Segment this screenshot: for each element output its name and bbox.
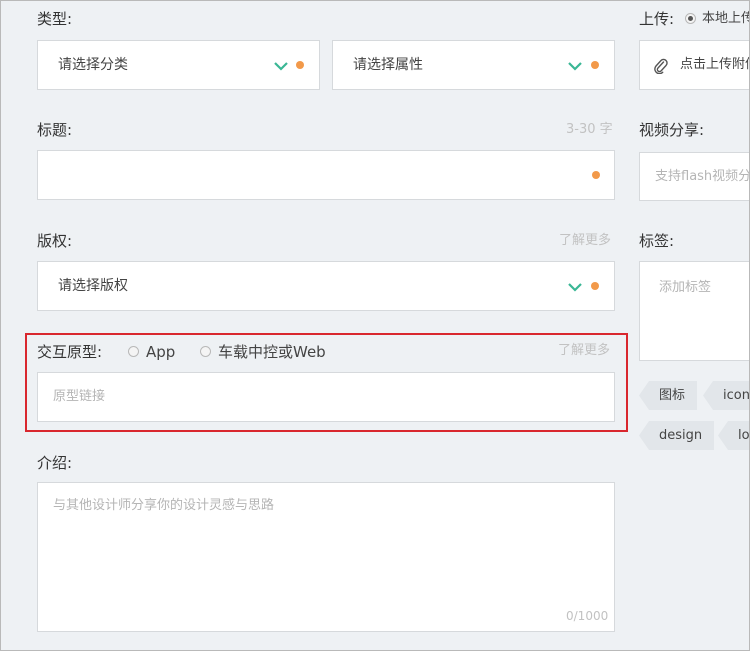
intro-char-counter: 0/1000 — [566, 609, 609, 623]
prototype-link-input[interactable]: 原型链接 — [37, 372, 615, 422]
title-length-hint: 3-30 字 — [566, 122, 613, 137]
required-dot — [591, 282, 599, 290]
prototype-link-placeholder: 原型链接 — [53, 389, 106, 404]
copyright-select[interactable]: 请选择版权 — [37, 261, 615, 311]
required-dot — [296, 61, 304, 69]
suggested-tag[interactable]: logo — [718, 421, 750, 450]
suggested-tag[interactable]: icon — [703, 381, 750, 410]
required-dot — [592, 171, 600, 179]
tags-input[interactable]: 添加标签 — [639, 261, 750, 361]
upload-radio-local[interactable] — [685, 13, 696, 24]
required-dot — [591, 61, 599, 69]
attribute-select-value: 请选择属性 — [353, 57, 423, 73]
chevron-down-icon — [568, 283, 582, 292]
copyright-learn-more-link[interactable]: 了解更多 — [559, 231, 611, 251]
title-label: 标题: — [37, 121, 73, 139]
suggested-tag[interactable]: 图标 — [639, 381, 698, 410]
intro-label: 介绍: — [37, 454, 73, 472]
copyright-label: 版权: — [37, 232, 73, 250]
prototype-label: 交互原型: — [37, 343, 103, 361]
tags-placeholder: 添加标签 — [659, 280, 712, 295]
upload-attachment-button[interactable]: 点击上传附件 — [639, 40, 750, 90]
suggested-tag[interactable]: design — [639, 421, 715, 450]
paperclip-icon — [654, 58, 668, 74]
attribute-select[interactable]: 请选择属性 — [332, 40, 615, 90]
upload-radio-local-label[interactable]: 本地上传 — [702, 9, 750, 29]
video-share-label: 视频分享: — [639, 121, 705, 139]
chevron-down-icon — [274, 62, 288, 71]
upload-attachment-label: 点击上传附件 — [680, 57, 750, 72]
prototype-learn-more-link[interactable]: 了解更多 — [558, 341, 610, 361]
type-label: 类型: — [37, 10, 73, 28]
prototype-radio-app-label[interactable]: App — [146, 342, 175, 362]
chevron-down-icon — [568, 62, 582, 71]
title-input[interactable] — [37, 150, 615, 200]
prototype-radio-web[interactable] — [200, 346, 211, 357]
video-share-input[interactable]: 支持flash视频分享 — [639, 152, 750, 201]
prototype-radio-app[interactable] — [128, 346, 139, 357]
video-share-placeholder: 支持flash视频分享 — [655, 169, 750, 184]
prototype-radio-web-label[interactable]: 车载中控或Web — [218, 342, 326, 362]
category-select-value: 请选择分类 — [58, 57, 128, 73]
intro-textarea[interactable]: 与其他设计师分享你的设计灵感与思路 0/1000 — [37, 482, 615, 632]
upload-label: 上传: — [639, 10, 675, 28]
category-select[interactable]: 请选择分类 — [37, 40, 320, 90]
tags-label: 标签: — [639, 232, 675, 250]
copyright-select-value: 请选择版权 — [58, 278, 128, 294]
intro-placeholder: 与其他设计师分享你的设计灵感与思路 — [53, 498, 275, 513]
